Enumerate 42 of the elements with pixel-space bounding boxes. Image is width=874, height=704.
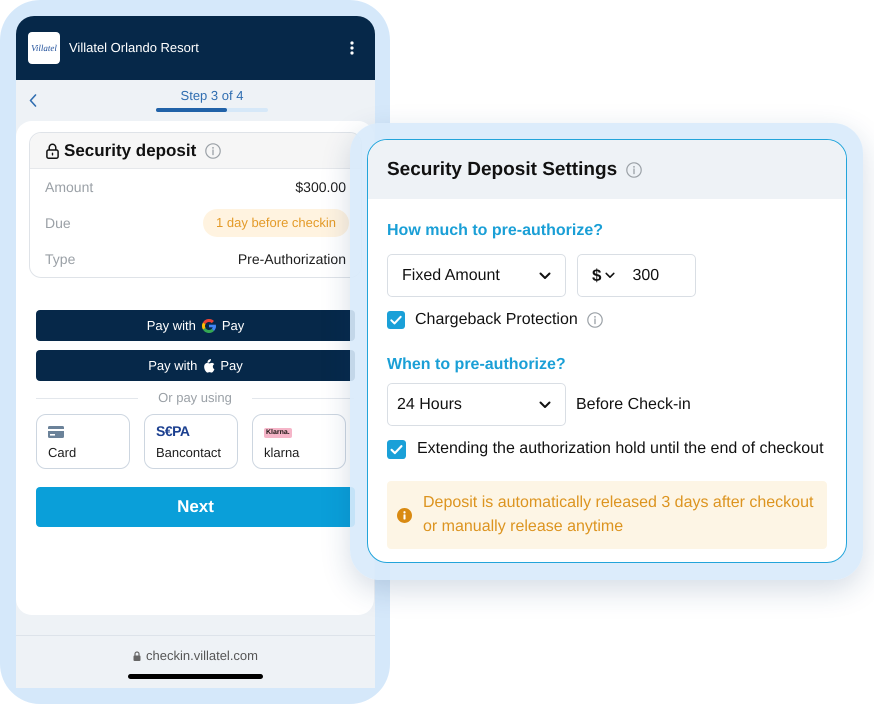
g-logo-icon [200, 318, 217, 334]
lock-icon [133, 651, 141, 661]
checkbox[interactable] [387, 440, 406, 458]
row-value: $300.00 [295, 178, 346, 196]
checkbox-label: Chargeback Protection [415, 310, 578, 330]
divider-label: Or pay using [158, 389, 232, 407]
notice-text: Deposit is automatically released 3 days after checkout or manually release anytime [423, 493, 814, 537]
kebab-menu-icon[interactable] [350, 41, 354, 55]
info-icon [397, 508, 412, 522]
checkbox[interactable] [387, 311, 405, 329]
dropdown-select[interactable]: Fixed Amount [387, 254, 566, 297]
info-icon [205, 142, 222, 158]
url-text: checkin.villatel.com [146, 648, 258, 664]
chevron-down-icon [539, 272, 551, 280]
chevron-down-icon [539, 400, 551, 408]
row-label: Amount [45, 178, 94, 196]
step-label: Step 3 of 4 [180, 88, 244, 104]
payment-logo: S€PA [156, 425, 190, 438]
payment-method-option[interactable]: Card [36, 414, 130, 469]
row-label: Type [45, 250, 76, 269]
hotel-name: Villatel Orlando Resort [69, 40, 199, 56]
amount-field[interactable]: $ 300 [577, 254, 696, 297]
checkbox-label: Extending the authorization hold until the end of checkout [417, 439, 824, 459]
apple-icon [202, 358, 216, 374]
row-value: Pre-Authorization [238, 250, 346, 268]
section-heading: How much to pre-authorize? [387, 221, 603, 241]
row-label: Due [45, 214, 71, 232]
chevron-down-icon [605, 272, 616, 279]
deposit-title: Security deposit [64, 140, 196, 160]
hotel-logo: Villatel [28, 32, 60, 64]
chevron-left-icon[interactable] [29, 94, 37, 107]
lock-icon [46, 142, 59, 158]
dropdown-select[interactable]: 24 Hours [387, 383, 566, 426]
currency-select[interactable]: $ [592, 262, 616, 288]
settings-title: Security Deposit Settings [387, 158, 618, 182]
payment-method-option[interactable]: S€PA Bancontact [144, 414, 238, 469]
credit-card-icon [48, 426, 64, 438]
info-icon [586, 312, 603, 328]
field-suffix-label: Before Check-in [576, 394, 691, 414]
section-heading: When to pre-authorize? [387, 355, 566, 375]
due-date-badge: 1 day before checkin [203, 209, 349, 237]
info-icon [626, 162, 642, 178]
